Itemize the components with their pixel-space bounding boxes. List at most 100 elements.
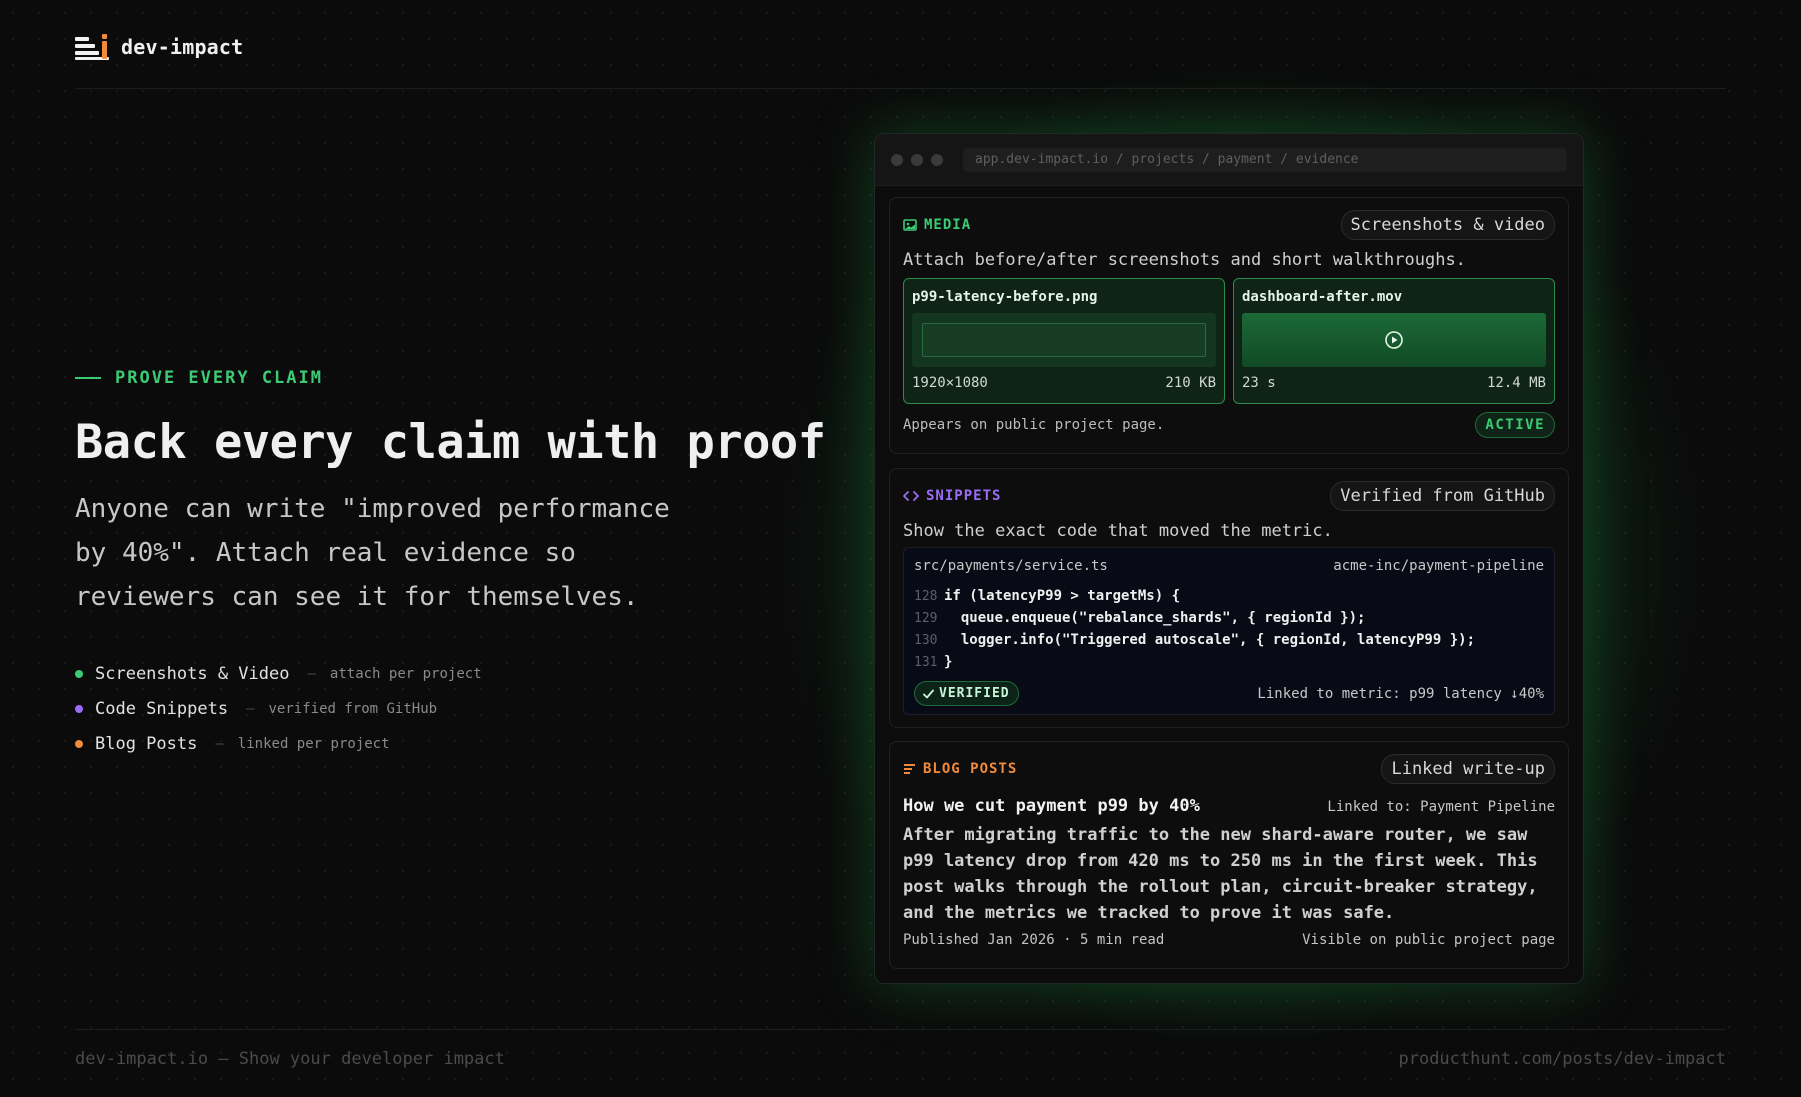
footer-tagline[interactable]: dev-impact.io — Show your developer impa…	[75, 1049, 505, 1069]
snippets-card-header: SNIPPETS Verified from GitHub	[890, 469, 1568, 511]
feature-separator: —	[246, 700, 255, 717]
media-tiles: p99-latency-before.png 1920×1080 210 KB …	[890, 278, 1568, 404]
hero-title: Back every claim with proof	[75, 415, 826, 470]
verified-badge: VERIFIED	[914, 681, 1019, 706]
media-description: Attach before/after screenshots and shor…	[903, 250, 1466, 270]
blog-card-footer: Published Jan 2026 · 5 min read Visible …	[890, 932, 1568, 948]
line-number: 130	[914, 632, 938, 648]
feature-item: Screenshots & Video — attach per project	[75, 656, 482, 691]
eyebrow-line	[75, 377, 101, 379]
feature-desc: linked per project	[237, 735, 390, 752]
code-brackets-icon	[903, 491, 919, 501]
blog-published: Published Jan 2026 · 5 min read	[903, 932, 1165, 948]
blog-post-excerpt: After migrating traffic to the new shard…	[903, 825, 1538, 923]
code-lines: 128 if (latencyP99 > targetMs) { 129 que…	[914, 585, 1544, 673]
footer-divider	[75, 1029, 1726, 1030]
dev-impact-logo-icon[interactable]	[75, 33, 109, 61]
blog-pill: Linked write-up	[1381, 754, 1555, 784]
line-number: 131	[914, 654, 938, 670]
media-size: 210 KB	[1165, 375, 1216, 391]
code-line: 130 logger.info("Triggered autoscale", {…	[914, 629, 1544, 651]
linked-metric: Linked to metric: p99 latency ↓40%	[1257, 685, 1544, 702]
code-line: 128 if (latencyP99 > targetMs) {	[914, 585, 1544, 607]
media-tile-image[interactable]: p99-latency-before.png 1920×1080 210 KB	[903, 278, 1225, 404]
hero-eyebrow: PROVE EVERY CLAIM	[75, 368, 323, 388]
verified-label: VERIFIED	[939, 686, 1010, 701]
media-tag: MEDIA	[903, 217, 971, 233]
line-code: queue.enqueue("rebalance_shards", { regi…	[944, 610, 1366, 626]
blog-tag: BLOG POSTS	[903, 761, 1017, 777]
green-dot-icon	[75, 669, 83, 678]
blog-linked-project: Linked to: Payment Pipeline	[1327, 799, 1555, 815]
play-icon[interactable]	[1384, 330, 1404, 350]
blog-title-row: How we cut payment p99 by 40% Linked to:…	[890, 796, 1568, 816]
line-code: logger.info("Triggered autoscale", { reg…	[944, 632, 1476, 648]
feature-separator: —	[307, 665, 316, 682]
blog-visibility: Visible on public project page	[1302, 932, 1555, 948]
media-size: 12.4 MB	[1486, 375, 1546, 391]
media-card-footer: Appears on public project page. ACTIVE	[890, 412, 1568, 438]
line-number: 129	[914, 610, 938, 626]
feature-separator: —	[215, 735, 224, 752]
media-tile-video[interactable]: dashboard-after.mov 23 s 12.4 MB	[1233, 278, 1555, 404]
brand-name[interactable]: dev-impact	[121, 35, 243, 59]
code-line: 131 }	[914, 651, 1544, 673]
video-preview	[1242, 313, 1546, 367]
blog-card: BLOG POSTS Linked write-up How we cut pa…	[889, 741, 1569, 969]
blog-card-header: BLOG POSTS Linked write-up	[890, 742, 1568, 784]
media-filename: dashboard-after.mov	[1242, 289, 1403, 305]
code-snippet-footer: VERIFIED Linked to metric: p99 latency ↓…	[914, 681, 1544, 706]
footer-producthunt-link[interactable]: producthunt.com/posts/dev-impact	[1398, 1049, 1726, 1069]
code-snippet-header: src/payments/service.ts acme-inc/payment…	[914, 558, 1544, 574]
snippets-description: Show the exact code that moved the metri…	[903, 521, 1333, 541]
hero-subtitle: Anyone can write "improved performance b…	[75, 494, 670, 612]
window-dot-icon	[891, 153, 903, 166]
feature-list: Screenshots & Video — attach per project…	[75, 656, 482, 761]
line-code: if (latencyP99 > targetMs) {	[944, 588, 1181, 604]
media-pill: Screenshots & video	[1340, 210, 1555, 240]
snippets-tag: SNIPPETS	[903, 488, 1001, 504]
code-file-path: src/payments/service.ts	[914, 558, 1108, 574]
media-card: MEDIA Screenshots & video Attach before/…	[889, 197, 1569, 454]
feature-item: Code Snippets — verified from GitHub	[75, 691, 482, 726]
snippets-card: SNIPPETS Verified from GitHub Show the e…	[889, 468, 1569, 728]
feature-name: Blog Posts	[95, 733, 198, 754]
image-placeholder	[922, 323, 1206, 357]
site-header: dev-impact	[75, 30, 243, 64]
snippets-tag-label: SNIPPETS	[926, 488, 1002, 504]
window-dot-icon	[911, 153, 923, 166]
image-preview	[912, 313, 1216, 367]
code-repo[interactable]: acme-inc/payment-pipeline	[1333, 558, 1544, 574]
window-titlebar: app.dev-impact.io / projects / payment /…	[875, 134, 1583, 186]
window-dot-icon	[931, 153, 943, 166]
code-line: 129 queue.enqueue("rebalance_shards", { …	[914, 607, 1544, 629]
line-code: }	[944, 654, 953, 670]
feature-name: Code Snippets	[95, 698, 229, 719]
snippets-pill: Verified from GitHub	[1330, 481, 1555, 511]
address-bar-url: app.dev-impact.io / projects / payment /…	[975, 152, 1359, 167]
media-meta: 23 s 12.4 MB	[1242, 375, 1546, 391]
blog-tag-label: BLOG POSTS	[923, 761, 1018, 777]
media-visibility-note: Appears on public project page.	[903, 417, 1165, 433]
feature-desc: verified from GitHub	[268, 700, 438, 717]
media-filename: p99-latency-before.png	[912, 289, 1098, 305]
orange-dot-icon	[75, 739, 83, 748]
feature-desc: attach per project	[329, 665, 482, 682]
line-number: 128	[914, 588, 938, 604]
media-card-header: MEDIA Screenshots & video	[890, 198, 1568, 240]
article-lines-icon	[904, 763, 915, 774]
purple-dot-icon	[75, 704, 83, 713]
media-duration: 23 s	[1242, 375, 1276, 391]
media-tag-label: MEDIA	[924, 217, 972, 233]
feature-name: Screenshots & Video	[95, 663, 290, 684]
app-window-mockup: app.dev-impact.io / projects / payment /…	[874, 133, 1584, 984]
eyebrow-text: PROVE EVERY CLAIM	[115, 368, 323, 388]
blog-post-title[interactable]: How we cut payment p99 by 40%	[903, 796, 1200, 816]
header-divider	[75, 88, 1726, 89]
check-icon	[923, 689, 934, 698]
status-badge: ACTIVE	[1475, 412, 1555, 438]
media-dims: 1920×1080	[912, 375, 988, 391]
media-meta: 1920×1080 210 KB	[912, 375, 1216, 391]
address-bar[interactable]: app.dev-impact.io / projects / payment /…	[963, 147, 1567, 172]
feature-item: Blog Posts — linked per project	[75, 726, 482, 761]
